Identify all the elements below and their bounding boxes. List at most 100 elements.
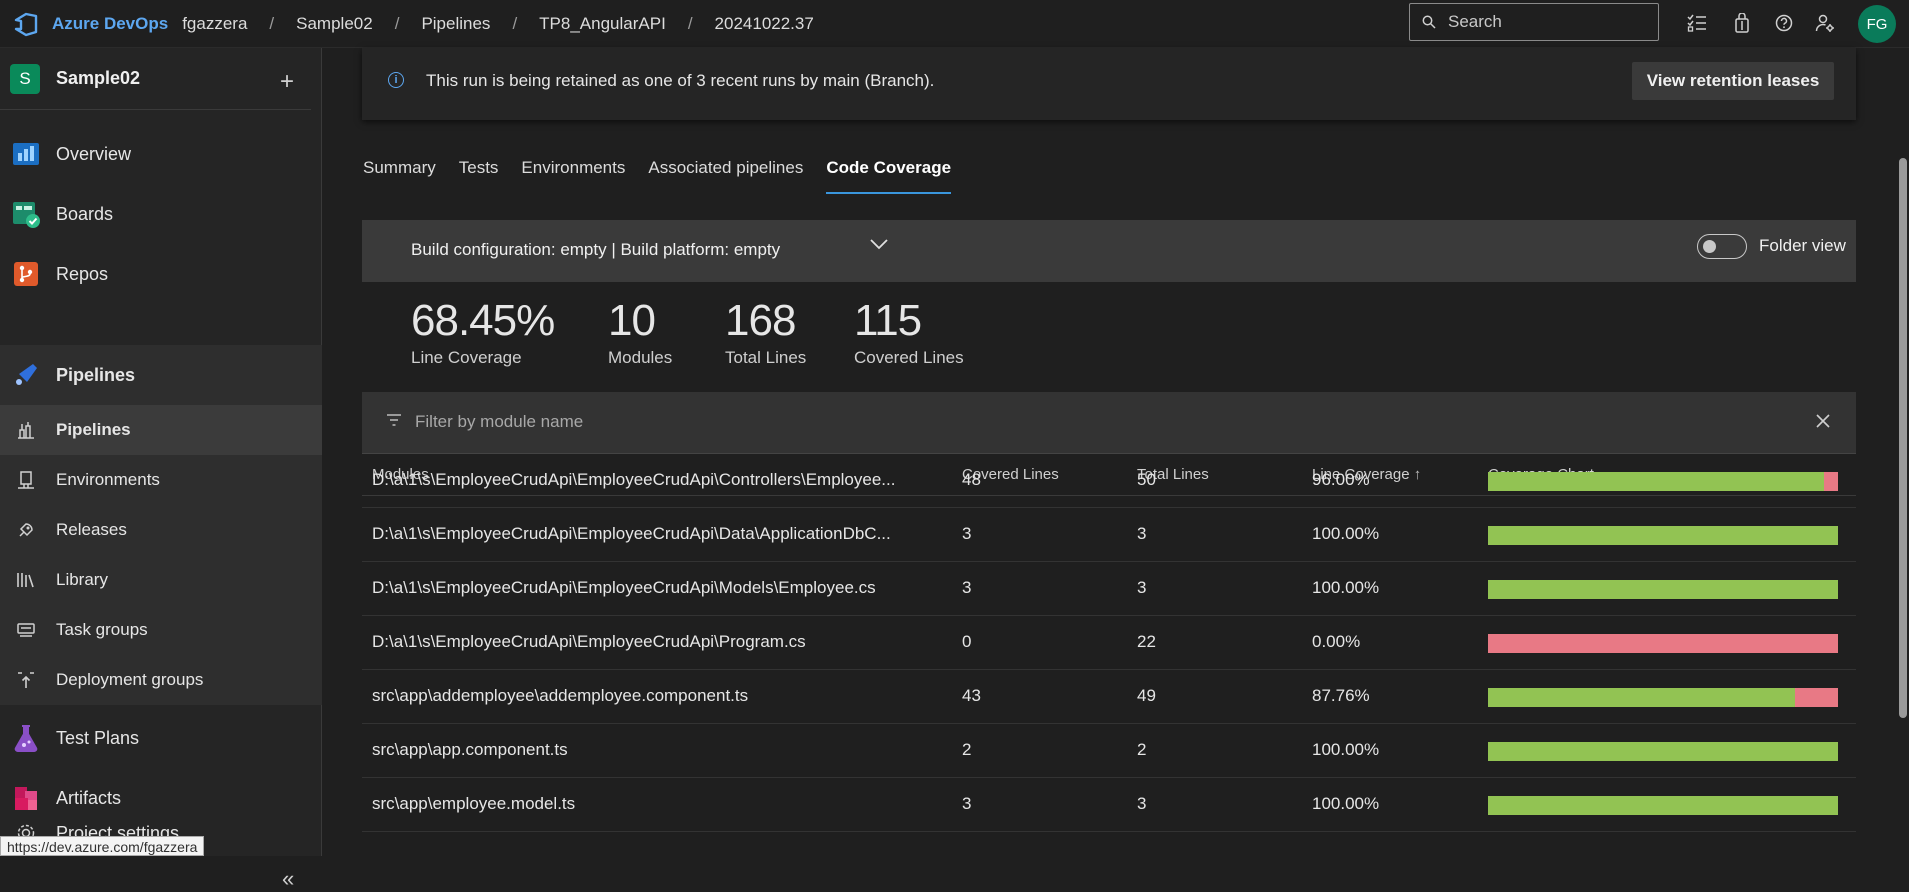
line-coverage-value: 100.00% — [1312, 794, 1380, 813]
sidebar-item-overview[interactable]: Overview — [0, 126, 322, 182]
coverage-bar-uncovered — [1795, 688, 1838, 707]
table-row[interactable]: D:\a\1\s\EmployeeCrudApi\EmployeeCrudApi… — [362, 508, 1856, 562]
coverage-bar-uncovered — [1824, 472, 1838, 491]
table-row[interactable]: src\app\employee.model.ts 3 3 100.00% — [362, 778, 1856, 832]
total-lines-value: 2 — [1137, 740, 1147, 759]
tab-environments[interactable]: Environments — [521, 158, 625, 194]
user-settings-icon[interactable] — [1813, 11, 1837, 35]
status-bar-url: https://dev.azure.com/fgazzera — [0, 836, 205, 856]
breadcrumb-pipeline[interactable]: TP8_AngularAPI — [539, 14, 666, 34]
sidebar-item-boards[interactable]: Boards — [0, 186, 322, 242]
vertical-scrollbar[interactable] — [1897, 48, 1909, 856]
task-groups-icon — [10, 618, 42, 642]
breadcrumb-separator: / — [269, 13, 275, 33]
coverage-bar — [1488, 526, 1838, 545]
sidebar-item-test-plans[interactable]: Test Plans — [0, 710, 322, 766]
stat-covered-lines: 115 Covered Lines — [854, 296, 964, 368]
module-path[interactable]: src\app\app.component.ts — [372, 740, 568, 760]
total-lines-value: 22 — [1137, 632, 1156, 651]
stat-line-coverage: 68.45% Line Coverage — [411, 296, 555, 368]
scrollbar-thumb[interactable] — [1899, 158, 1907, 718]
coverage-bar — [1488, 688, 1838, 707]
table-row[interactable]: D:\a\1\s\EmployeeCrudApi\EmployeeCrudApi… — [362, 562, 1856, 616]
module-path[interactable]: D:\a\1\s\EmployeeCrudApi\EmployeeCrudApi… — [372, 470, 895, 490]
sidebar-item-pipelines-sub[interactable]: Pipelines — [0, 405, 322, 455]
table-row[interactable]: src\app\addemployee\addemployee.componen… — [362, 670, 1856, 724]
sidebar-item-label: Overview — [56, 143, 132, 164]
table-row[interactable]: src\app\app.component.ts 2 2 100.00% — [362, 724, 1856, 778]
module-path[interactable]: D:\a\1\s\EmployeeCrudApi\EmployeeCrudApi… — [372, 632, 806, 652]
module-filter-bar[interactable]: Filter by module name — [362, 392, 1856, 454]
folder-view-toggle[interactable] — [1697, 234, 1747, 259]
project-name: Sample02 — [56, 68, 141, 88]
total-lines-value: 49 — [1137, 686, 1156, 705]
covered-lines-value: 3 — [962, 524, 972, 543]
view-retention-leases-button[interactable]: View retention leases — [1632, 62, 1834, 100]
tab-tests[interactable]: Tests — [459, 158, 499, 194]
coverage-bar — [1488, 796, 1838, 815]
sidebar-item-deployment-groups[interactable]: Deployment groups — [0, 655, 322, 705]
coverage-bar-covered — [1488, 796, 1838, 815]
sidebar-item-releases[interactable]: Releases — [0, 505, 322, 555]
total-lines-value: 3 — [1137, 578, 1147, 597]
user-avatar[interactable]: FG — [1858, 5, 1896, 43]
help-icon[interactable] — [1772, 11, 1796, 35]
stat-value: 10 — [608, 296, 656, 345]
banner-message: This run is being retained as one of 3 r… — [426, 71, 935, 90]
line-coverage-value: 100.00% — [1312, 524, 1380, 543]
module-path[interactable]: D:\a\1\s\EmployeeCrudApi\EmployeeCrudApi… — [372, 524, 891, 544]
breadcrumb-section[interactable]: Pipelines — [421, 14, 490, 34]
sidebar: S Sample02 + Overview Boards Repos Pipel… — [0, 48, 322, 891]
overview-icon — [10, 138, 42, 170]
breadcrumb-project[interactable]: Sample02 — [296, 14, 373, 34]
module-filter-input[interactable]: Filter by module name — [415, 412, 583, 432]
coverage-bar-covered — [1488, 580, 1838, 599]
line-coverage-value: 0.00% — [1312, 632, 1361, 651]
sidebar-item-pipelines[interactable]: Pipelines — [0, 345, 322, 405]
build-config-bar: Build configuration: empty | Build platf… — [362, 220, 1856, 282]
sidebar-item-label: Library — [56, 570, 108, 589]
pipelines-sub-icon — [10, 418, 42, 442]
coverage-bar — [1488, 472, 1838, 491]
sidebar-item-label: Artifacts — [56, 787, 122, 808]
collapse-sidebar-icon[interactable]: « — [282, 866, 294, 892]
module-path[interactable]: src\app\employee.model.ts — [372, 794, 575, 814]
breadcrumb-separator: / — [394, 13, 400, 33]
build-config-dropdown[interactable]: Build configuration: empty | Build platf… — [411, 240, 780, 260]
tab-summary[interactable]: Summary — [363, 158, 436, 194]
stat-value: 68.45% — [411, 296, 555, 345]
table-row[interactable]: D:\a\1\s\EmployeeCrudApi\EmployeeCrudApi… — [362, 616, 1856, 670]
module-path[interactable]: src\app\addemployee\addemployee.componen… — [372, 686, 748, 706]
sidebar-item-environments[interactable]: Environments — [0, 455, 322, 505]
pipelines-group: Pipelines Pipelines Environments Release… — [0, 345, 322, 705]
add-new-icon[interactable]: + — [280, 68, 294, 96]
sidebar-item-repos[interactable]: Repos — [0, 246, 322, 302]
repos-icon — [10, 258, 42, 290]
module-path[interactable]: D:\a\1\s\EmployeeCrudApi\EmployeeCrudApi… — [372, 578, 876, 598]
brand-link[interactable]: Azure DevOps — [52, 14, 168, 34]
chevron-down-icon[interactable] — [868, 236, 890, 257]
azure-devops-logo-icon[interactable] — [0, 0, 52, 48]
tab-associated-pipelines[interactable]: Associated pipelines — [648, 158, 803, 194]
sidebar-item-task-groups[interactable]: Task groups — [0, 605, 322, 655]
line-coverage-value: 100.00% — [1312, 578, 1380, 597]
stat-label: Modules — [608, 348, 673, 367]
artifacts-icon — [10, 782, 42, 814]
covered-lines-value: 43 — [962, 686, 981, 705]
sidebar-item-library[interactable]: Library — [0, 555, 322, 605]
search-box[interactable]: Search — [1409, 3, 1659, 41]
coverage-bar — [1488, 580, 1838, 599]
search-icon — [1422, 15, 1436, 29]
toggle-knob — [1703, 240, 1716, 253]
breadcrumb-run[interactable]: 20241022.37 — [715, 14, 814, 34]
pipelines-icon — [10, 359, 42, 391]
table-row[interactable]: D:\a\1\s\EmployeeCrudApi\EmployeeCrudApi… — [362, 454, 1856, 508]
project-header[interactable]: S Sample02 — [0, 48, 311, 110]
work-items-icon[interactable] — [1685, 11, 1709, 35]
marketplace-bag-icon[interactable] — [1730, 11, 1754, 35]
close-icon[interactable] — [1814, 410, 1832, 436]
tab-code-coverage[interactable]: Code Coverage — [826, 158, 952, 194]
main-content: i This run is being retained as one of 3… — [322, 48, 1909, 856]
environments-icon — [10, 468, 42, 492]
breadcrumb-org[interactable]: fgazzera — [182, 14, 247, 34]
